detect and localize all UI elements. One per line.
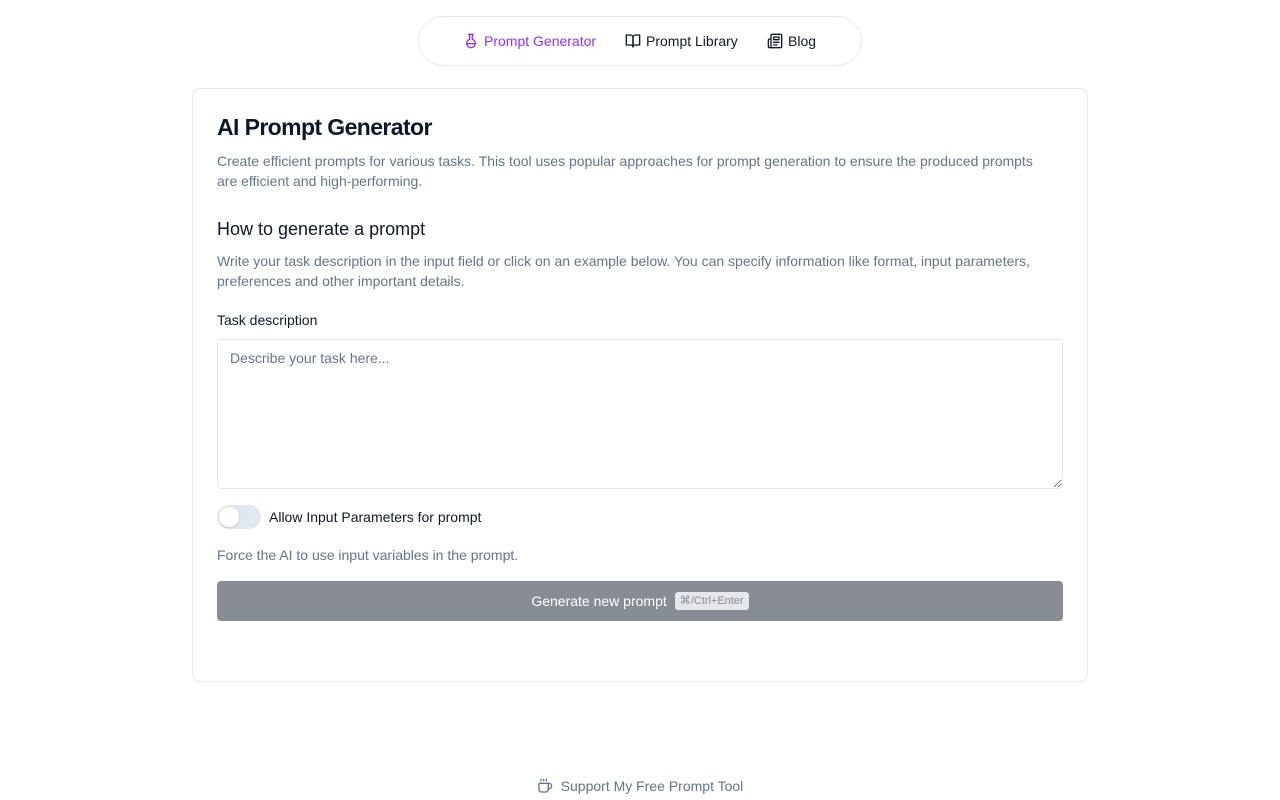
- newspaper-icon: [767, 33, 783, 49]
- support-link[interactable]: Support My Free Prompt Tool: [0, 778, 1280, 794]
- nav-prompt-library[interactable]: Prompt Library: [625, 33, 767, 49]
- prompt-generator-card: AI Prompt Generator Create efficient pro…: [192, 88, 1088, 682]
- input-parameters-toggle[interactable]: [217, 505, 261, 529]
- nav-prompt-generator-label: Prompt Generator: [484, 33, 597, 49]
- task-description-input[interactable]: [217, 339, 1063, 489]
- keyboard-shortcut-badge: ⌘/Ctrl+Enter: [674, 592, 749, 610]
- nav-prompt-library-label: Prompt Library: [646, 33, 738, 49]
- page-title: AI Prompt Generator: [217, 114, 432, 140]
- input-parameters-toggle-label[interactable]: Allow Input Parameters for prompt: [269, 509, 481, 525]
- generate-prompt-button[interactable]: Generate new prompt ⌘/Ctrl+Enter: [217, 581, 1063, 621]
- nav-blog-label: Blog: [788, 33, 817, 49]
- top-nav: Prompt Generator Prompt Library Blog: [418, 16, 862, 66]
- toggle-knob: [219, 507, 239, 527]
- page-description: Create efficient prompts for various tas…: [217, 153, 1033, 189]
- task-description-label: Task description: [217, 312, 318, 328]
- support-link-label: Support My Free Prompt Tool: [560, 778, 744, 794]
- nav-prompt-generator[interactable]: Prompt Generator: [463, 33, 625, 49]
- section-description: Write your task description in the input…: [217, 253, 1030, 289]
- section-title: How to generate a prompt: [217, 219, 426, 239]
- flask-icon: [463, 33, 479, 49]
- input-parameters-hint: Force the AI to use input variables in t…: [217, 547, 519, 563]
- input-parameters-toggle-row: Allow Input Parameters for prompt: [217, 505, 481, 529]
- generate-prompt-button-label: Generate new prompt: [531, 593, 667, 609]
- nav-blog[interactable]: Blog: [767, 33, 816, 49]
- book-open-icon: [625, 33, 641, 49]
- coffee-cup-icon: [537, 778, 553, 794]
